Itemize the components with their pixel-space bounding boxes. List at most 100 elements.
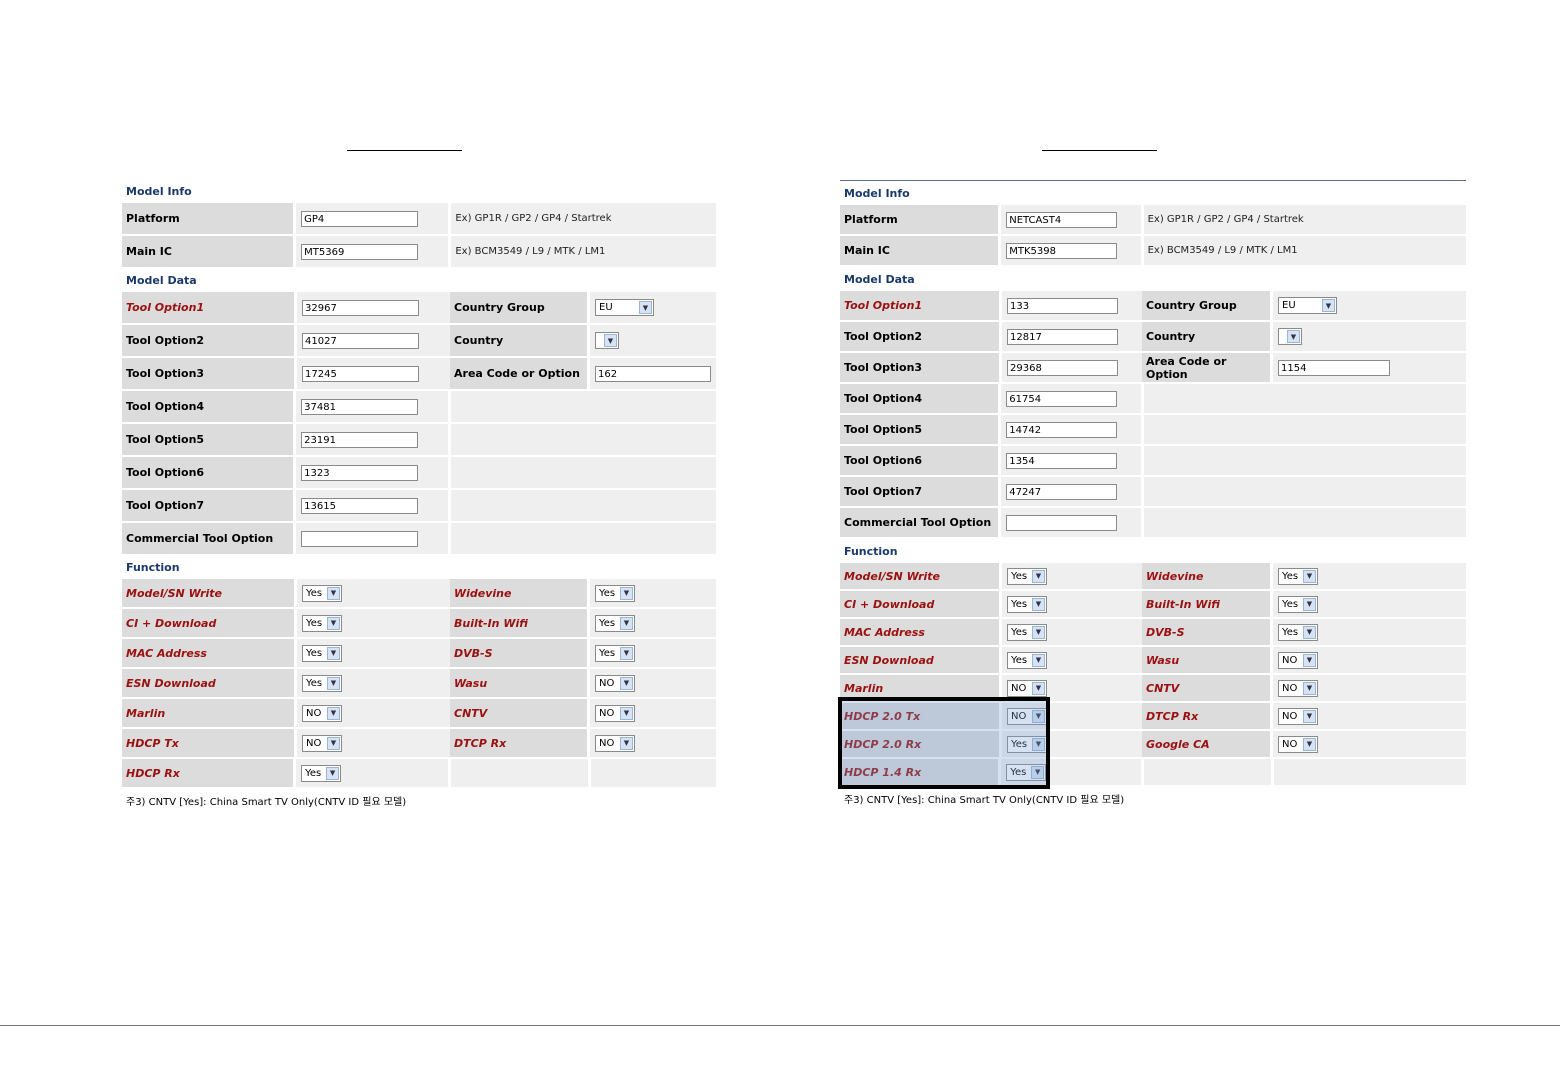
main-ic-label: Main IC: [840, 236, 999, 265]
function-select[interactable]: NO ▼: [302, 734, 342, 752]
function-select[interactable]: Yes ▼: [1278, 623, 1318, 641]
country-select[interactable]: ▼: [595, 332, 619, 349]
function-select[interactable]: NO ▼: [1278, 679, 1318, 697]
function-select[interactable]: Yes ▼: [595, 644, 635, 662]
tool-option7-input[interactable]: 47247: [1006, 483, 1118, 500]
platform-input[interactable]: GP4: [301, 210, 419, 227]
main-ic-label: Main IC: [122, 236, 294, 267]
chevron-down-icon: ▼: [327, 616, 340, 630]
chevron-down-icon: ▼: [327, 706, 340, 720]
tool-option3-input[interactable]: 17245: [302, 365, 419, 382]
function-select[interactable]: NO ▼: [1007, 707, 1047, 725]
function-select[interactable]: NO ▼: [1278, 735, 1318, 753]
tool-option5-input[interactable]: 23191: [301, 431, 419, 448]
tool-option3-input[interactable]: 29368: [1007, 359, 1118, 376]
country-label: Country: [450, 325, 587, 356]
function-select[interactable]: NO ▼: [1278, 651, 1318, 669]
tool-option6-input[interactable]: 1354: [1006, 452, 1118, 469]
function-select[interactable]: NO ▼: [302, 704, 342, 722]
tool-option1-input[interactable]: 133: [1007, 297, 1118, 314]
chevron-down-icon: ▼: [327, 676, 340, 690]
function-select[interactable]: NO ▼: [595, 704, 635, 722]
empty-cell: [451, 391, 716, 422]
country-group-select[interactable]: EU ▼: [1278, 297, 1337, 314]
function-select[interactable]: Yes ▼: [1007, 623, 1047, 641]
function-select[interactable]: Yes ▼: [595, 614, 635, 632]
function-select[interactable]: Yes ▼: [1007, 651, 1047, 669]
chevron-down-icon: ▼: [1303, 709, 1316, 723]
platform-example: Ex) GP1R / GP2 / GP4 / Startrek: [1143, 205, 1466, 234]
function-select[interactable]: Yes ▼: [302, 584, 342, 602]
tool-option2-input[interactable]: 12817: [1007, 328, 1118, 345]
function-select[interactable]: Yes ▼: [1278, 567, 1318, 585]
chevron-down-icon: ▼: [1032, 709, 1045, 723]
function-select[interactable]: NO ▼: [595, 674, 635, 692]
function-label: DVB-S: [1142, 619, 1270, 645]
function-label: MAC Address: [840, 619, 999, 645]
function-row: CI + Download Yes ▼ Built-In Wifi Yes ▼: [840, 591, 1466, 617]
function-select[interactable]: Yes ▼: [1006, 763, 1047, 781]
main-ic-example: Ex) BCM3549 / L9 / MTK / LM1: [1143, 236, 1466, 265]
country-select[interactable]: ▼: [1278, 328, 1302, 345]
main-ic-example: Ex) BCM3549 / L9 / MTK / LM1: [451, 236, 716, 267]
function-label: DVB-S: [450, 639, 587, 667]
country-group-select[interactable]: EU ▼: [595, 299, 654, 316]
function-row: MAC Address Yes ▼ DVB-S Yes ▼: [840, 619, 1466, 645]
tool-option3-label: Tool Option3: [840, 353, 999, 382]
tool-option4-input[interactable]: 61754: [1006, 390, 1118, 407]
chevron-down-icon: ▼: [327, 646, 340, 660]
function-select[interactable]: Yes ▼: [301, 764, 342, 782]
function-row: Model/SN Write Yes ▼ Widevine Yes ▼: [840, 563, 1466, 589]
chevron-down-icon: ▼: [1303, 625, 1316, 639]
main-ic-input[interactable]: MT5369: [301, 243, 419, 260]
tool-option4-input[interactable]: 37481: [301, 398, 419, 415]
chevron-down-icon: ▼: [1303, 737, 1316, 751]
function-select[interactable]: Yes ▼: [302, 674, 342, 692]
function-select[interactable]: NO ▼: [1278, 707, 1318, 725]
tool-option-row: Tool Option1 133 Country Group EU ▼: [840, 291, 1466, 320]
function-label: Marlin: [840, 675, 999, 701]
tool-option5-input[interactable]: 14742: [1006, 421, 1118, 438]
function-label: CNTV: [450, 699, 587, 727]
tool-option1-input[interactable]: 32967: [302, 299, 419, 316]
tool-option6-input[interactable]: 1323: [301, 464, 419, 481]
function-select[interactable]: Yes ▼: [1278, 595, 1318, 613]
right-settings-panel: Model Info Platform NETCAST4 Ex) GP1R / …: [840, 180, 1467, 806]
commercial-tool-option-input[interactable]: [1006, 514, 1118, 531]
function-row: HDCP 2.0 Tx NO ▼ DTCP Rx NO ▼: [840, 703, 1466, 729]
area-code-input[interactable]: 162: [595, 365, 711, 382]
tool-option-row: Tool Option1 32967 Country Group EU ▼: [122, 292, 716, 323]
platform-label: Platform: [840, 205, 999, 234]
function-row: Model/SN Write Yes ▼ Widevine Yes ▼: [122, 579, 716, 607]
function-select[interactable]: Yes ▼: [595, 584, 635, 602]
tool-option2-input[interactable]: 41027: [302, 332, 419, 349]
function-label: CNTV: [1142, 675, 1270, 701]
function-select[interactable]: Yes ▼: [1007, 735, 1047, 753]
empty-cell: [1143, 508, 1467, 537]
function-label: ESN Download: [122, 669, 294, 697]
function-row: Marlin NO ▼ CNTV NO ▼: [840, 675, 1466, 701]
commercial-tool-option-input[interactable]: [301, 530, 419, 547]
commercial-tool-option-label: Commercial Tool Option: [840, 508, 999, 537]
country-label: Country: [1142, 322, 1270, 351]
platform-input[interactable]: NETCAST4: [1006, 211, 1118, 228]
function-select[interactable]: NO ▼: [595, 734, 635, 752]
chevron-down-icon: ▼: [1303, 653, 1316, 667]
function-label: DTCP Rx: [450, 729, 587, 757]
main-ic-input[interactable]: MTK5398: [1006, 242, 1118, 259]
left-settings-panel: Model Info Platform GP4 Ex) GP1R / GP2 /…: [122, 180, 716, 808]
function-select[interactable]: NO ▼: [1007, 679, 1047, 697]
function-row: HDCP Rx Yes ▼: [122, 759, 716, 787]
tool-option7-input[interactable]: 13615: [301, 497, 419, 514]
area-code-input[interactable]: 1154: [1278, 359, 1390, 376]
chevron-down-icon: ▼: [604, 334, 617, 347]
function-select[interactable]: Yes ▼: [1007, 595, 1047, 613]
function-select[interactable]: Yes ▼: [1007, 567, 1047, 585]
section-function: Function: [126, 561, 180, 574]
platform-label: Platform: [122, 203, 294, 234]
function-select[interactable]: Yes ▼: [302, 614, 342, 632]
tool-option-row: Tool Option6 1323: [122, 457, 716, 488]
function-select[interactable]: Yes ▼: [302, 644, 342, 662]
area-code-label: Area Code or Option: [1142, 353, 1270, 382]
function-row: ESN Download Yes ▼ Wasu NO ▼: [840, 647, 1466, 673]
